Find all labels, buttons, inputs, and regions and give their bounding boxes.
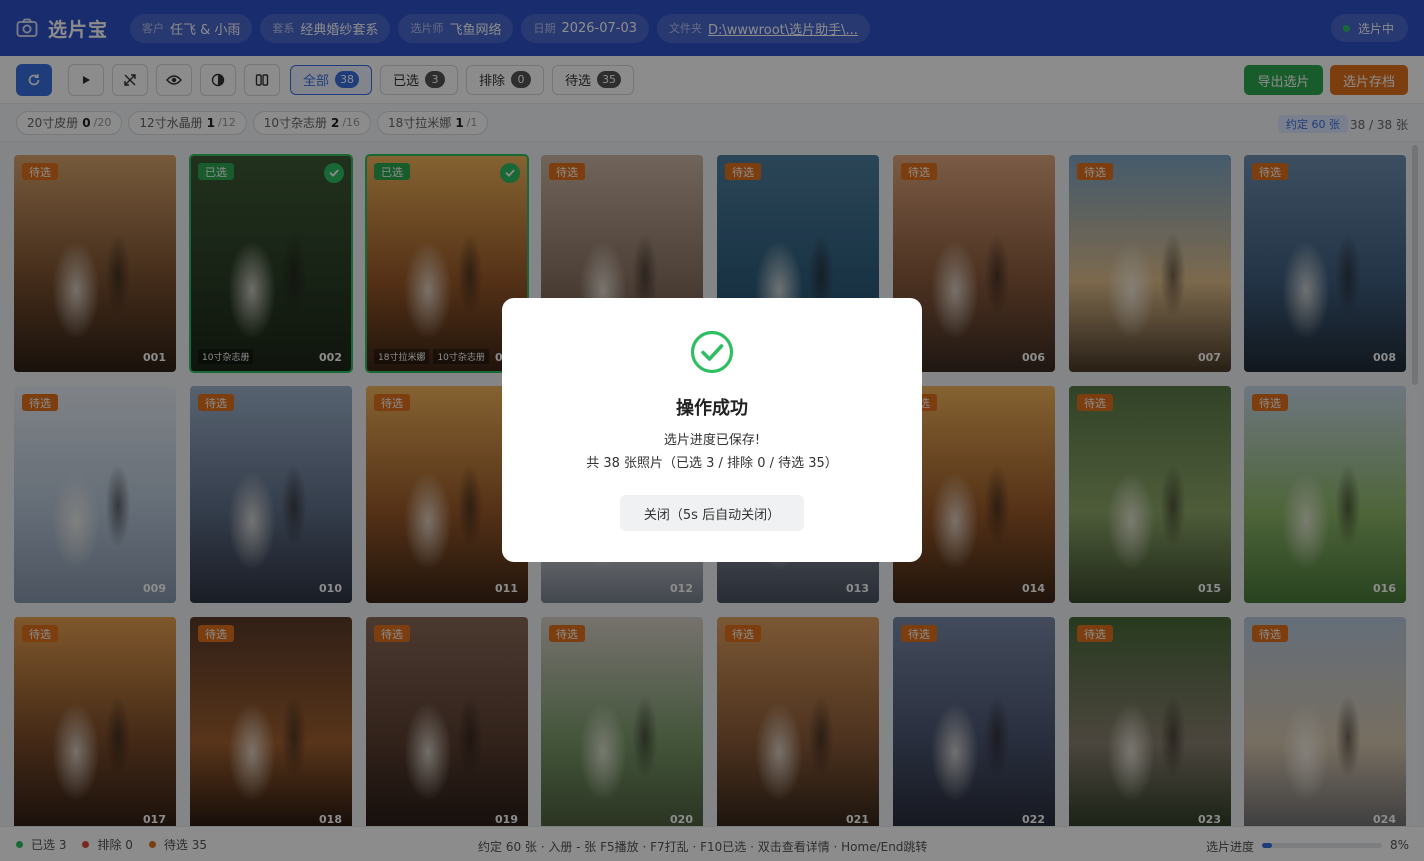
dialog-message: 选片进度已保存! (663, 433, 761, 448)
dialog-title: 操作成功 (676, 398, 748, 419)
success-check-icon (690, 330, 734, 374)
modal-overlay[interactable]: 操作成功 选片进度已保存! 共 38 张照片（已选 3 / 排除 0 / 待选 … (0, 0, 1424, 861)
dialog-summary: 共 38 张照片（已选 3 / 排除 0 / 待选 35） (586, 456, 838, 471)
close-dialog-button[interactable]: 关闭（5s 后自动关闭） (620, 495, 804, 531)
success-dialog: 操作成功 选片进度已保存! 共 38 张照片（已选 3 / 排除 0 / 待选 … (502, 298, 922, 562)
